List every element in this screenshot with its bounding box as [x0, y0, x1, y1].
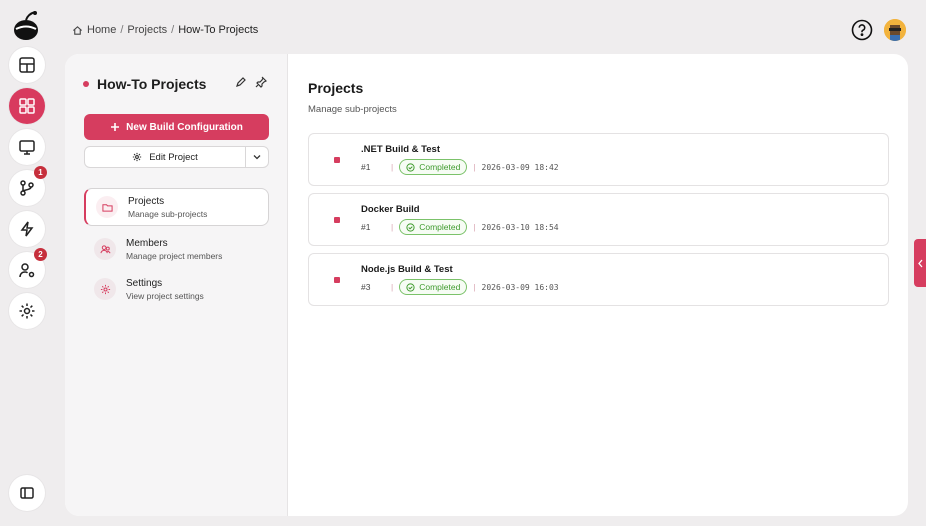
- folder-icon: [101, 203, 113, 212]
- chevron-down-icon: [253, 155, 261, 160]
- build-name[interactable]: .NET Build & Test: [361, 144, 440, 155]
- divider: |: [391, 222, 394, 232]
- user-avatar[interactable]: [884, 19, 906, 41]
- user-settings-icon: [19, 263, 35, 278]
- lightning-icon: [20, 221, 34, 237]
- status-badge: Completed: [399, 219, 468, 235]
- build-timestamp: 2026-03-09 18:42: [481, 162, 559, 172]
- avatar-image-icon: [884, 19, 906, 41]
- nav-item-projects[interactable]: Projects Manage sub-projects: [84, 188, 269, 226]
- breadcrumb-projects[interactable]: Projects: [127, 24, 167, 36]
- build-number: #1: [361, 222, 371, 232]
- build-name[interactable]: Node.js Build & Test: [361, 264, 453, 275]
- rail-source-control-button[interactable]: 1: [9, 166, 47, 206]
- build-timestamp: 2026-03-10 18:54: [481, 222, 559, 232]
- breadcrumb: Home / Projects / How-To Projects: [72, 24, 258, 36]
- left-rail: 1 2: [0, 0, 52, 526]
- source-control-icon: [20, 180, 34, 196]
- nav-item-title: Settings: [126, 277, 163, 289]
- gear-icon: [19, 303, 35, 319]
- chevron-left-icon: [917, 259, 922, 267]
- build-status-marker: [334, 277, 340, 283]
- rail-collapse-button[interactable]: [9, 475, 45, 511]
- breadcrumb-separator: /: [120, 24, 124, 36]
- check-circle-icon: [406, 222, 415, 232]
- edit-project-dropdown[interactable]: [246, 147, 268, 167]
- build-config-card[interactable]: Node.js Build & Test #3 | Completed | 20…: [308, 253, 889, 306]
- plus-icon: [111, 123, 120, 131]
- rail-lightning-button[interactable]: [9, 211, 45, 247]
- dashboard-icon: [19, 57, 35, 73]
- new-build-label: New Build Configuration: [126, 121, 243, 133]
- gear-icon: [133, 152, 142, 162]
- rail-projects-button[interactable]: [9, 88, 45, 124]
- rail-monitor-button[interactable]: [9, 129, 45, 165]
- edit-project-split-button: Edit Project: [84, 146, 269, 168]
- monitor-icon: [19, 140, 35, 155]
- page-subtitle: Manage sub-projects: [308, 104, 397, 115]
- edit-pencil-icon[interactable]: [235, 76, 247, 88]
- nav-icon-wrap: [96, 196, 118, 218]
- nav-icon-wrap: [94, 278, 116, 300]
- rail-settings-button[interactable]: [9, 293, 45, 329]
- project-sidebar: How-To Projects New Build Configuration …: [65, 54, 288, 516]
- nav-item-subtitle: Manage sub-projects: [128, 208, 208, 219]
- nav-item-members[interactable]: Members Manage project members: [84, 230, 269, 268]
- nav-item-subtitle: Manage project members: [126, 250, 223, 261]
- gear-icon: [100, 284, 110, 294]
- breadcrumb-current: How-To Projects: [178, 24, 259, 36]
- status-label: Completed: [419, 222, 461, 232]
- projects-grid-icon: [19, 98, 35, 114]
- build-status-marker: [334, 217, 340, 223]
- rail-dashboard-button[interactable]: [9, 47, 45, 83]
- notification-badge: 2: [34, 248, 47, 261]
- divider: |: [473, 222, 476, 232]
- build-status-marker: [334, 157, 340, 163]
- edit-project-label: Edit Project: [149, 151, 198, 163]
- divider: |: [391, 282, 394, 292]
- nav-item-settings[interactable]: Settings View project settings: [84, 270, 269, 308]
- edit-project-button[interactable]: Edit Project: [85, 147, 246, 167]
- rail-user-settings-button[interactable]: 2: [9, 248, 47, 288]
- drawer-toggle-tab[interactable]: [914, 239, 926, 287]
- app-logo-icon[interactable]: [11, 10, 41, 42]
- project-header: How-To Projects: [83, 76, 206, 92]
- nav-item-title: Members: [126, 237, 168, 249]
- build-timestamp: 2026-03-09 16:03: [481, 282, 559, 292]
- breadcrumb-separator: /: [171, 24, 175, 36]
- status-badge: Completed: [399, 279, 468, 295]
- divider: |: [473, 162, 476, 172]
- divider: |: [473, 282, 476, 292]
- members-icon: [99, 244, 111, 253]
- page-title: Projects: [308, 80, 364, 96]
- check-circle-icon: [406, 162, 415, 172]
- pin-icon[interactable]: [255, 76, 267, 88]
- sidebar-toggle-icon: [20, 487, 34, 499]
- breadcrumb-home[interactable]: Home: [87, 24, 116, 36]
- check-circle-icon: [406, 282, 415, 292]
- nav-item-subtitle: View project settings: [126, 290, 204, 301]
- build-number: #1: [361, 162, 371, 172]
- divider: |: [391, 162, 394, 172]
- project-title: How-To Projects: [97, 76, 207, 92]
- project-status-dot: [83, 81, 89, 87]
- home-icon[interactable]: [72, 25, 83, 36]
- status-label: Completed: [419, 162, 461, 172]
- help-icon[interactable]: [851, 19, 873, 41]
- nav-icon-wrap: [94, 238, 116, 260]
- nav-item-title: Projects: [128, 195, 165, 207]
- notification-badge: 1: [34, 166, 47, 179]
- build-config-card[interactable]: .NET Build & Test #1 | Completed | 2026-…: [308, 133, 889, 186]
- new-build-configuration-button[interactable]: New Build Configuration: [84, 114, 269, 140]
- build-number: #3: [361, 282, 371, 292]
- build-config-card[interactable]: Docker Build #1 | Completed | 2026-03-10…: [308, 193, 889, 246]
- status-label: Completed: [419, 282, 461, 292]
- status-badge: Completed: [399, 159, 468, 175]
- content-card: How-To Projects New Build Configuration …: [65, 54, 908, 516]
- build-name[interactable]: Docker Build: [361, 204, 420, 215]
